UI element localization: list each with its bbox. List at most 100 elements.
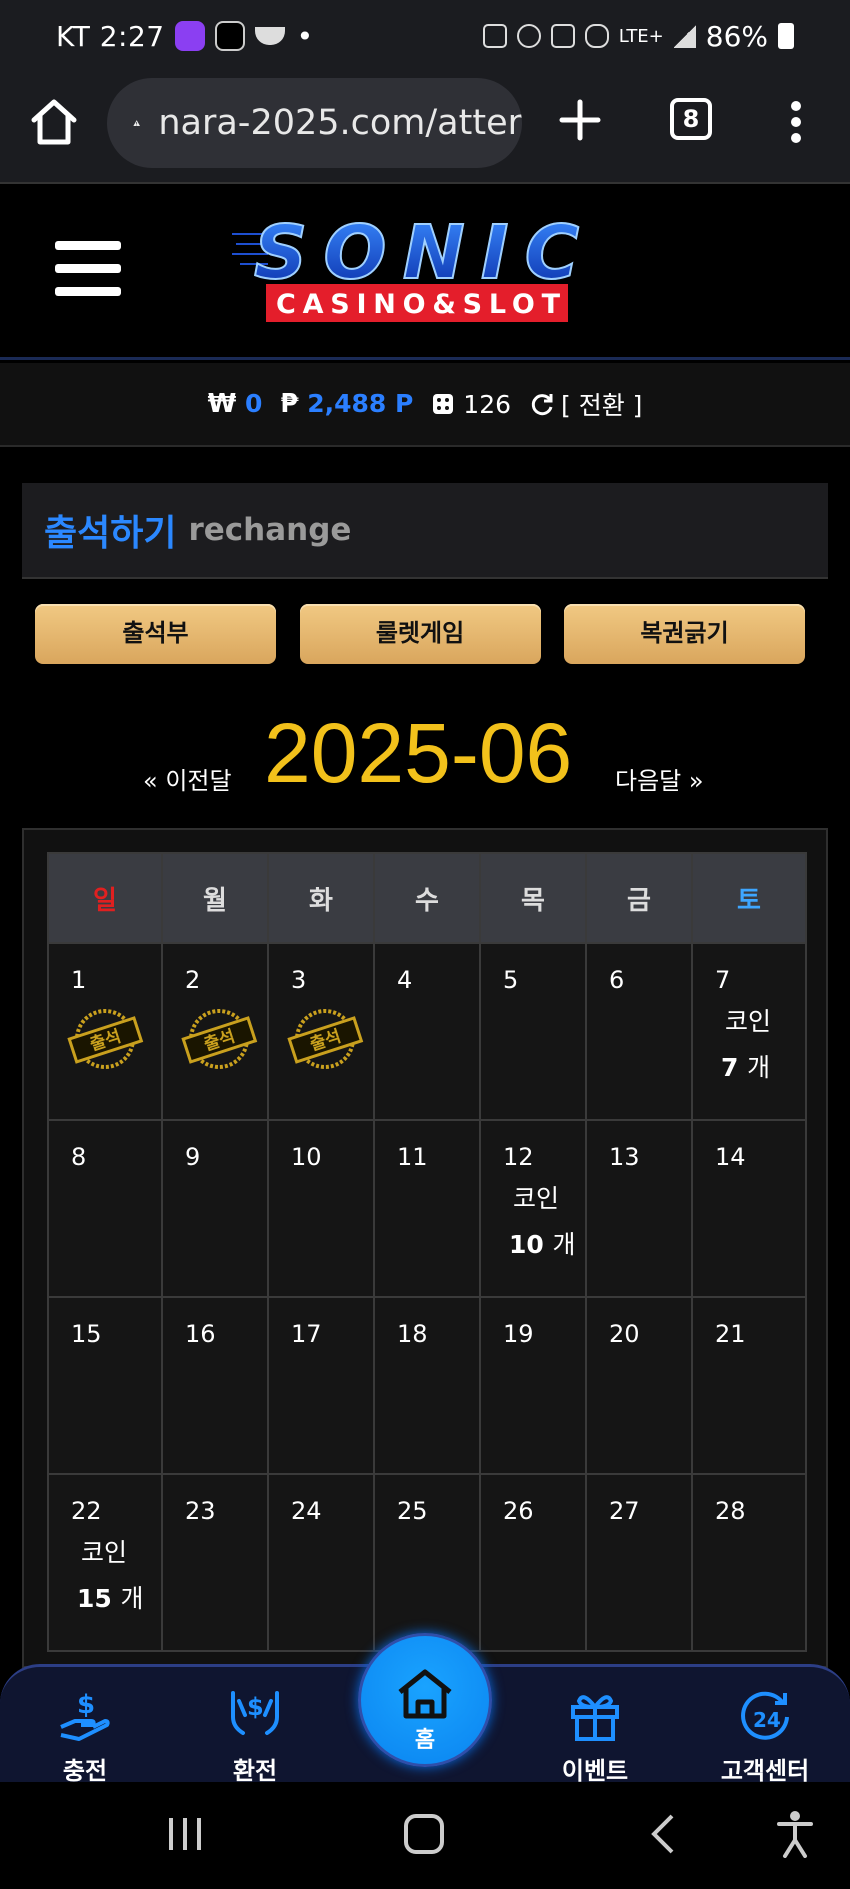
tab-switcher-button[interactable]: 8 [670,98,712,140]
coin-unit: 개 [552,1230,576,1259]
day-number: 13 [609,1143,640,1171]
menu-icon[interactable] [55,241,121,297]
calendar-day-thu[interactable]: 19 [479,1296,587,1475]
calendar-day-mon[interactable]: 9 [161,1119,269,1298]
weekday-thu: 목 [479,852,587,944]
recent-apps-icon[interactable] [165,1816,205,1852]
nav-event-label: 이벤트 [561,1757,629,1785]
current-month: 2025-06 [264,706,573,800]
warning-icon[interactable] [133,105,140,141]
day-number: 28 [715,1497,746,1525]
section-title: 출석하기 [44,513,177,554]
url-text: nara-2025.com/atter [158,103,522,143]
sonic-casino-slot-logo[interactable]: SONIC CASINO&SLOT [232,210,597,330]
calendar-day-fri[interactable]: 20 [585,1296,693,1475]
podcast-app-icon [174,21,205,51]
nav-exchange[interactable]: $ 환전 [195,1667,315,1785]
calendar-day-sun[interactable]: 1 출석 [47,942,163,1121]
calendar-day-fri[interactable]: 27 [585,1473,693,1652]
calendar-day-thu[interactable]: 5 [479,942,587,1121]
calendar-day-thu[interactable]: 12 코인 10 개 [479,1119,587,1298]
coin-unit: 개 [747,1053,771,1082]
won-value: 0 [244,389,263,418]
more-icon[interactable] [790,100,802,144]
calendar-day-sat[interactable]: 21 [691,1296,807,1475]
roulette-button[interactable]: 룰렛게임 [299,604,541,664]
calendar-day-sun[interactable]: 22 코인 15 개 [47,1473,163,1652]
day-number: 8 [71,1143,87,1171]
weekday-sun: 일 [47,852,163,944]
system-home-button[interactable] [404,1814,444,1854]
day-number: 12 [503,1143,534,1171]
gift-icon [571,1695,619,1741]
calendar-day-fri[interactable]: 13 [585,1119,693,1298]
calendar-day-sun[interactable]: 8 [47,1119,163,1298]
calendar-day-tue[interactable]: 3 출석 [267,942,375,1121]
coin-reward: 10 개 [503,1225,585,1261]
calendar-day-fri[interactable]: 6 [585,942,693,1121]
day-number: 20 [609,1320,640,1348]
refresh-icon[interactable] [529,391,555,417]
next-month-link[interactable]: 다음달 » [615,761,704,796]
point-balance: ₱ 2,488 P [280,389,413,419]
calendar-day-tue[interactable]: 17 [267,1296,375,1475]
calendar-day-sat[interactable]: 14 [691,1119,807,1298]
coin-amount: 15 [77,1584,112,1613]
attendance-button[interactable]: 출석부 [35,604,276,664]
day-number: 10 [291,1143,322,1171]
calendar-day-wed[interactable]: 25 [373,1473,481,1652]
day-number: 2 [185,966,201,994]
day-number: 27 [609,1497,640,1525]
calendar-day-tue[interactable]: 10 [267,1119,375,1298]
home-icon[interactable] [28,96,80,148]
day-number: 3 [291,966,307,994]
day-number: 19 [503,1320,534,1348]
battery-saver-icon [482,24,507,48]
hd-icon [584,24,609,48]
calendar-day-wed[interactable]: 18 [373,1296,481,1475]
address-bar[interactable]: nara-2025.com/atter [107,78,522,168]
switch-button[interactable]: [ 전환 ] [529,386,642,422]
won-symbol: ₩ [207,389,237,419]
switch-label[interactable]: [ 전환 ] [561,386,642,422]
calendar-table: 일 월 화 수 목 금 토 1 출석 2 출석 3 출석 4 5 6 7 코인 7 개 8 9 10 11 12… [47,852,807,1652]
lottery-button[interactable]: 복권긁기 [564,604,805,664]
calendar-day-thu[interactable]: 26 [479,1473,587,1652]
wallet-bar: ₩ 0 ₱ 2,488 P 126 [ 전환 ] [0,363,850,447]
calendar-day-mon[interactable]: 23 [161,1473,269,1652]
calendar-day-wed[interactable]: 11 [373,1119,481,1298]
day-number: 7 [715,966,731,994]
day-number: 22 [71,1497,102,1525]
signal-icon [673,24,696,48]
dice-icon [433,394,454,414]
exchange-icon: $ [231,1691,279,1735]
nav-support[interactable]: 24 고객센터 [705,1667,825,1785]
calendar-day-sun[interactable]: 15 [47,1296,163,1475]
status-time: KT 2:27 [56,19,165,53]
weekday-wed: 수 [373,852,481,944]
calendar-day-sat[interactable]: 7 코인 7 개 [691,942,807,1121]
accessibility-icon[interactable] [775,1810,815,1858]
section-subtitle: rechange [188,512,352,548]
calendar-day-mon[interactable]: 2 출석 [161,942,269,1121]
calendar-day-wed[interactable]: 4 [373,942,481,1121]
alarm-icon [516,24,541,48]
new-tab-plus-icon[interactable] [556,96,604,144]
nav-event[interactable]: 이벤트 [535,1667,655,1785]
nav-charge[interactable]: $ 충전 [25,1667,145,1785]
calendar-day-sat[interactable]: 28 [691,1473,807,1652]
network-label: LTE+ [618,25,664,47]
status-dot: • [296,19,314,53]
hand-coin-icon: $ [60,1690,110,1741]
back-icon[interactable] [648,1812,678,1856]
day-number: 26 [503,1497,534,1525]
day-number: 23 [185,1497,216,1525]
svg-text:24: 24 [753,1708,781,1732]
prev-month-link[interactable]: « 이전달 [143,761,232,796]
calendar-day-mon[interactable]: 16 [161,1296,269,1475]
browser-toolbar: nara-2025.com/atter 8 [0,72,850,184]
coin-label: 코인 [725,1007,772,1036]
calendar-day-tue[interactable]: 24 [267,1473,375,1652]
coin-reward: 15 개 [71,1579,161,1615]
nav-home-button[interactable]: 홈 [358,1633,492,1767]
